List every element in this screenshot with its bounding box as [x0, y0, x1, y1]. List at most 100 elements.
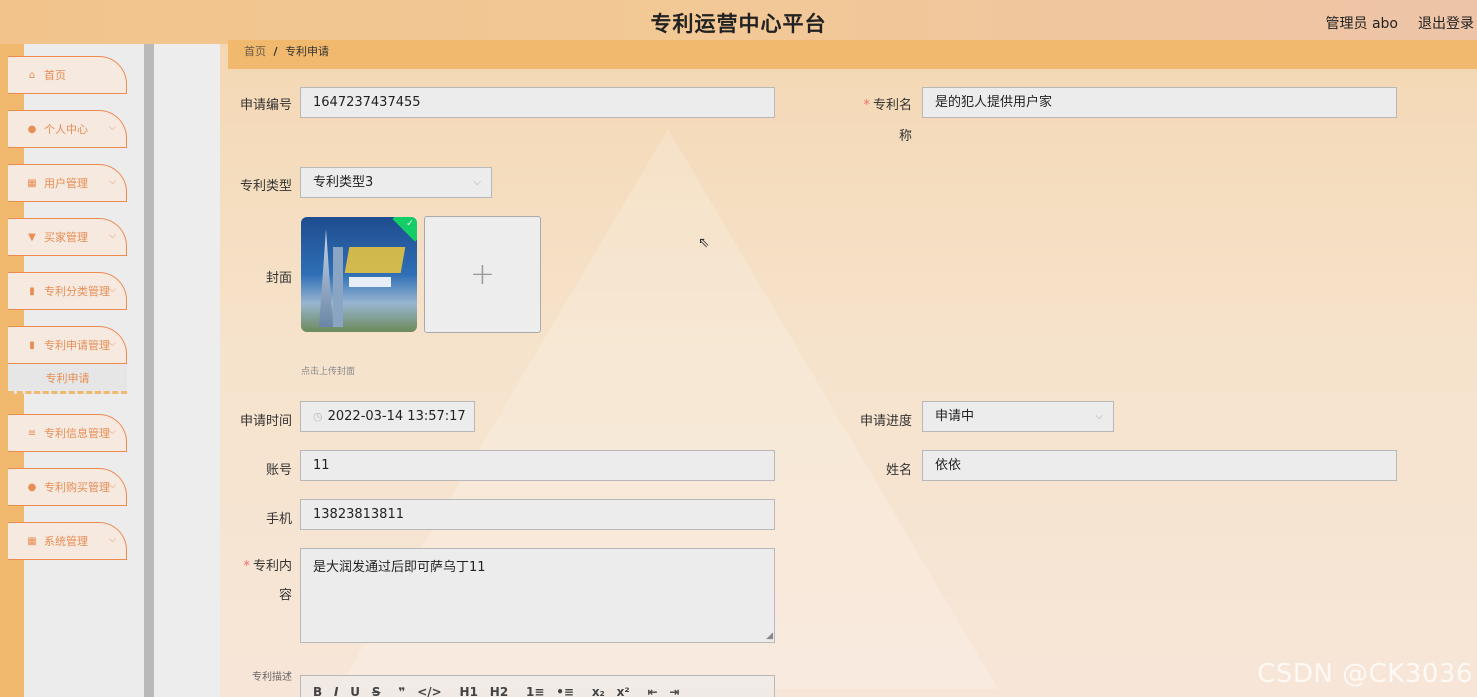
clipboard-icon: ▮ — [29, 339, 35, 351]
breadcrumb-current: 专利申请 — [285, 45, 330, 58]
form-area: 申请编号 1647237437455 * 专利名 称 是的犯人提供用户家 专利类型… — [228, 69, 1477, 697]
name-label: 姓名 — [885, 463, 912, 478]
ordered-list-button[interactable]: 1≡ — [526, 685, 544, 697]
name-field[interactable]: 依依 — [922, 450, 1397, 481]
app-title: 专利运营中心平台 — [650, 12, 827, 36]
quote-button[interactable]: ❞ — [398, 685, 405, 697]
sidebar-item-label: 用户管理 — [44, 177, 88, 190]
grid-icon: ▦ — [27, 535, 37, 547]
content-label-line2: 容 — [278, 588, 292, 603]
trophy-icon: ▼ — [28, 231, 36, 243]
apply-time-label: 申请时间 — [239, 414, 292, 429]
cover-label: 封面 — [265, 271, 292, 286]
chevron-down-icon: ⌵ — [109, 123, 116, 133]
underline-button[interactable]: U — [350, 685, 360, 697]
required-mark: * — [243, 559, 250, 574]
watermark: CSDN @CK3036 — [1257, 659, 1473, 689]
mouse-cursor-icon: ⇖ — [698, 235, 710, 251]
phone-field[interactable]: 13823813811 — [300, 499, 775, 530]
patent-name-field[interactable]: 是的犯人提供用户家 — [922, 87, 1397, 118]
sidebar-item-4[interactable]: ▼ 买家管理 ⌵ — [8, 218, 127, 256]
chevron-down-icon: ⌵ — [109, 339, 116, 349]
chevron-down-icon: ⌵ — [109, 177, 116, 187]
chevron-down-icon: ⌵ — [109, 535, 116, 545]
chevron-down-icon: ⌵ — [109, 285, 116, 295]
home-icon: ⌂ — [28, 69, 36, 81]
sidebar-item-label: 个人中心 — [44, 123, 88, 136]
breadcrumb-separator: / — [273, 45, 278, 58]
grid-icon: ▦ — [27, 177, 37, 189]
content-value: 是大润发通过后即可萨乌丁11 — [313, 560, 486, 575]
chevron-down-icon: ⌵ — [1095, 411, 1103, 422]
patent-type-select[interactable]: 专利类型3 ⌵ — [300, 167, 492, 198]
patent-name-label-line2: 称 — [898, 129, 912, 144]
sidebar-item-8[interactable]: ● 专利购买管理 ⌵ — [8, 468, 127, 506]
top-header: 专利运营中心平台 管理员 abo 退出登录 — [0, 0, 1477, 44]
description-label: 专利描述 — [252, 672, 292, 683]
patent-type-label: 专利类型 — [239, 179, 292, 194]
chevron-down-icon: ⌵ — [109, 427, 116, 437]
chevron-down-icon: ⌵ — [473, 177, 481, 188]
resize-grip-icon[interactable]: ◢ — [766, 631, 773, 641]
sidebar-item-1[interactable]: ⌂ 首页 — [8, 56, 127, 94]
account-field[interactable]: 11 — [300, 450, 775, 481]
sidebar-item-9[interactable]: ▦ 系统管理 ⌵ — [8, 522, 127, 560]
progress-select[interactable]: 申请中 ⌵ — [922, 401, 1114, 432]
heading1-button[interactable]: H1 — [460, 685, 478, 697]
sliders-icon: ≡ — [27, 427, 37, 439]
sidebar-scrollbar[interactable] — [144, 44, 154, 697]
phone-label: 手机 — [265, 512, 292, 527]
progress-label: 申请进度 — [859, 414, 912, 429]
superscript-button[interactable]: x² — [617, 685, 630, 697]
person-icon: ● — [27, 481, 37, 493]
heading2-button[interactable]: H2 — [490, 685, 508, 697]
sidebar-item-7[interactable]: ≡ 专利信息管理 ⌵ — [8, 414, 127, 452]
italic-button[interactable]: I — [334, 685, 338, 697]
sidebar-item-5[interactable]: ▮ 专利分类管理 ⌵ — [8, 272, 127, 310]
sidebar-item-label: 专利申请管理 — [44, 339, 110, 352]
apply-time-value: 2022-03-14 13:57:17 — [327, 409, 466, 424]
bullet-list-button[interactable]: •≡ — [556, 685, 574, 697]
patent-name-label: * 专利名 — [863, 98, 912, 113]
patent-type-value: 专利类型3 — [313, 175, 374, 190]
sidebar-item-label: 系统管理 — [44, 535, 88, 548]
apply-no-field[interactable]: 1647237437455 — [300, 87, 775, 118]
sidebar-item-label: 专利分类管理 — [44, 285, 110, 298]
submenu-item-patent-apply[interactable]: 专利申请 — [8, 364, 127, 394]
strike-button[interactable]: S — [372, 685, 381, 697]
upload-cover-button[interactable]: + — [424, 216, 541, 333]
clock-icon: ◷ — [313, 410, 323, 423]
sidebar-item-3[interactable]: ▦ 用户管理 ⌵ — [8, 164, 127, 202]
chevron-down-icon: ⌵ — [109, 481, 116, 491]
content-textarea[interactable]: 是大润发通过后即可萨乌丁11 ◢ — [300, 548, 775, 643]
rich-text-editor-toolbar: B I U S ❞ </> H1 H2 1≡ •≡ x₂ x² ⇤ ⇥ — [300, 675, 775, 697]
code-button[interactable]: </> — [417, 685, 442, 697]
apply-time-picker[interactable]: ◷ 2022-03-14 13:57:17 — [300, 401, 475, 432]
chart-icon: ▮ — [29, 285, 35, 297]
breadcrumb: 首页 / 专利申请 — [228, 40, 1477, 69]
apply-no-label: 申请编号 — [239, 98, 292, 113]
account-label: 账号 — [265, 463, 292, 478]
required-mark: * — [863, 98, 870, 113]
sidebar-item-label: 专利信息管理 — [44, 427, 110, 440]
content-gutter — [154, 44, 220, 697]
cover-image-thumbnail[interactable]: ✓ — [301, 217, 417, 332]
progress-value: 申请中 — [935, 409, 975, 424]
outdent-button[interactable]: ⇤ — [647, 685, 657, 697]
sidebar-item-2[interactable]: ● 个人中心 ⌵ — [8, 110, 127, 148]
upload-tip: 点击上传封面 — [301, 367, 356, 377]
indent-button[interactable]: ⇥ — [669, 685, 679, 697]
breadcrumb-home[interactable]: 首页 — [244, 45, 266, 58]
sidebar-item-label: 首页 — [44, 69, 66, 82]
subscript-button[interactable]: x₂ — [592, 685, 605, 697]
sidebar-item-label: 买家管理 — [44, 231, 88, 244]
chevron-down-icon: ⌵ — [109, 231, 116, 241]
user-icon: ● — [27, 123, 37, 135]
logout-button[interactable]: 退出登录 — [1418, 13, 1474, 33]
sidebar-item-6[interactable]: ▮ 专利申请管理 ⌵ — [8, 326, 127, 364]
sidebar-item-label: 专利购买管理 — [44, 481, 110, 494]
upload-success-icon: ✓ — [392, 217, 417, 242]
content-label: * 专利内 — [243, 559, 292, 574]
current-user: 管理员 abo — [1325, 16, 1398, 32]
bold-button[interactable]: B — [313, 685, 322, 697]
